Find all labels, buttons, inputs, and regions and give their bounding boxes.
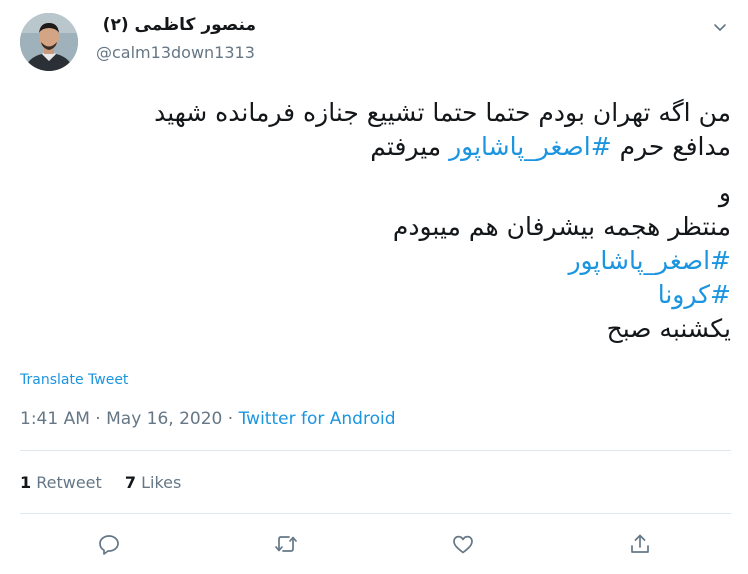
tweet-text-line: #کرونا <box>20 278 731 312</box>
display-name[interactable]: منصور کاظمی (۲) <box>96 14 256 36</box>
likes-label: Likes <box>141 473 182 492</box>
chevron-down-icon <box>714 24 726 31</box>
tweet-text-segment: مدافع حرم <box>611 132 731 161</box>
like-button[interactable] <box>447 528 479 560</box>
action-bar <box>0 528 748 560</box>
likes-stat[interactable]: 7 Likes <box>125 473 181 492</box>
tweet-text-segment: منتظر هجمه بیشرفان هم میبودم <box>392 212 731 241</box>
tweet-stats: 1 Retweet 7 Likes <box>20 472 181 494</box>
tweet-text-line: منتظر هجمه بیشرفان هم میبودم <box>20 210 731 244</box>
retweet-button[interactable] <box>270 528 302 560</box>
retweets-count: 1 <box>20 473 32 492</box>
tweet-date[interactable]: May 16, 2020 <box>106 409 222 429</box>
tweet-text-line: و <box>20 176 731 210</box>
tweet-text-line: #اصغر_پاشاپور <box>20 244 731 278</box>
meta-separator: · <box>95 409 101 429</box>
avatar-image <box>20 13 78 71</box>
retweet-icon <box>275 536 297 552</box>
likes-count: 7 <box>124 473 137 492</box>
like-icon <box>453 535 473 554</box>
user-handle[interactable]: @calm13down1313 <box>96 43 255 63</box>
tweet-metadata: 1:41 AM · May 16, 2020 · Twitter for And… <box>20 408 395 430</box>
tweet-source-link[interactable]: Twitter for Android <box>239 409 396 429</box>
share-button[interactable] <box>624 528 656 560</box>
tweet-text-segment: و <box>718 178 731 207</box>
tweet-text-line: من اگه تهران بودم حتما حتما تشییع جنازه … <box>20 96 731 130</box>
share-icon <box>631 534 649 553</box>
more-options-button[interactable] <box>709 16 731 38</box>
tweet-time[interactable]: 1:41 AM <box>20 409 90 429</box>
hashtag-link[interactable]: #اصغر_پاشاپور <box>449 132 612 161</box>
meta-separator: · <box>227 409 234 429</box>
tweet-text-line: مدافع حرم #اصغر_پاشاپور میرفتم <box>20 130 731 164</box>
reply-icon <box>99 535 119 555</box>
tweet-text: من اگه تهران بودم حتما حتما تشییع جنازه … <box>20 96 731 346</box>
hashtag-link[interactable]: #کرونا <box>658 280 731 309</box>
divider <box>20 513 731 514</box>
tweet-text-segment: میرفتم <box>370 132 450 161</box>
divider <box>20 450 731 451</box>
retweets-label: Retweet <box>36 473 102 492</box>
retweets-stat[interactable]: 1 Retweet <box>20 473 102 492</box>
reply-button[interactable] <box>93 528 125 560</box>
translate-tweet-link[interactable]: Translate Tweet <box>20 371 128 389</box>
tweet-text-line: یکشنبه صبح <box>20 312 731 346</box>
avatar[interactable] <box>20 13 78 71</box>
tweet-text-segment: یکشنبه صبح <box>606 314 731 343</box>
hashtag-link[interactable]: #اصغر_پاشاپور <box>568 246 731 275</box>
tweet-text-segment: من اگه تهران بودم حتما حتما تشییع جنازه … <box>154 98 731 127</box>
